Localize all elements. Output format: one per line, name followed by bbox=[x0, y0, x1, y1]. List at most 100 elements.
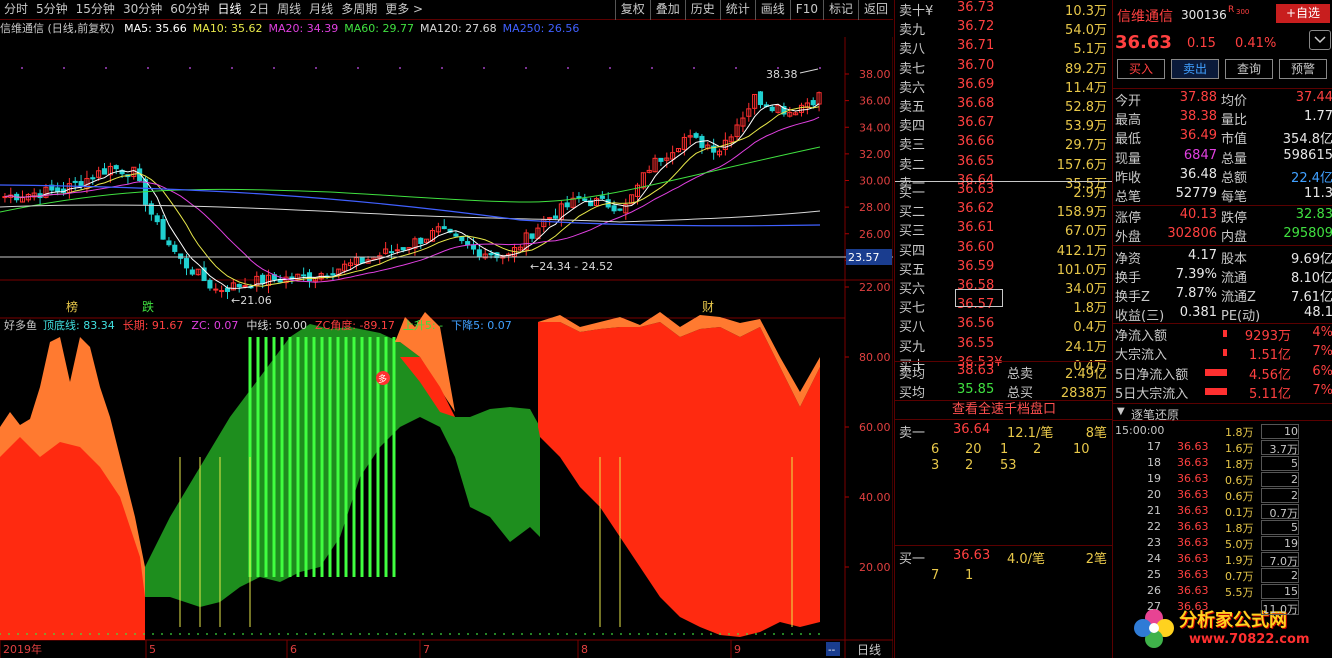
stat-label: 换手 bbox=[1115, 270, 1142, 286]
flow-value: 1.51亿 bbox=[1249, 348, 1291, 364]
bids-row[interactable]: 买八 36.56 0.4万 bbox=[895, 316, 1113, 335]
full-queue-link[interactable]: 查看全速千档盘口 bbox=[895, 400, 1113, 420]
asks-label: 卖五 bbox=[899, 100, 926, 115]
action-button-3[interactable]: 统计 bbox=[719, 0, 755, 20]
bids-row[interactable]: 买七 36.57 1.8万 bbox=[895, 297, 1113, 316]
asks-row[interactable]: 卖七 36.70 89.2万 bbox=[895, 58, 1113, 77]
indicator-legend-3: 中线: 50.00 bbox=[246, 319, 308, 332]
period-tab-8[interactable]: 月线 bbox=[305, 0, 337, 19]
stat-value: 4.17 bbox=[1188, 247, 1217, 263]
asks-row[interactable]: 卖三 36.66 29.7万 bbox=[895, 134, 1113, 153]
indicator-dot bbox=[359, 633, 361, 635]
period-tab-4[interactable]: 60分钟 bbox=[166, 0, 213, 19]
indicator-dot bbox=[251, 633, 253, 635]
asks-row[interactable]: 卖十¥ 36.73 10.3万 bbox=[895, 0, 1113, 19]
period-tab-9[interactable]: 多周期 bbox=[337, 0, 381, 19]
tick-row: 19 36.63 0.6万 2 bbox=[1113, 472, 1332, 488]
expand-icon[interactable] bbox=[1309, 30, 1331, 50]
stat-label: 外盘 bbox=[1115, 230, 1142, 246]
ma-legend-4: MA120: 27.68 bbox=[419, 22, 497, 35]
event-dot bbox=[357, 67, 359, 69]
period-tab-1[interactable]: 5分钟 bbox=[32, 0, 72, 19]
period-tab-3[interactable]: 30分钟 bbox=[119, 0, 166, 19]
asks-price: 36.73 bbox=[957, 0, 995, 15]
bids-row[interactable]: 买九 36.55 24.1万 bbox=[895, 336, 1113, 355]
bids-row[interactable]: 买六 36.58 34.0万 bbox=[895, 278, 1113, 297]
action-button-6[interactable]: 标记 bbox=[822, 0, 858, 20]
period-tab-2[interactable]: 15分钟 bbox=[72, 0, 119, 19]
indicator-dot bbox=[593, 633, 595, 635]
period-tab-5[interactable]: 日线 bbox=[214, 0, 246, 19]
event-marker[interactable]: 跌 bbox=[142, 299, 154, 314]
event-dot bbox=[105, 67, 107, 69]
add-watchlist-button[interactable]: +自选 bbox=[1276, 4, 1330, 23]
collapse-icon[interactable]: ▼ bbox=[1117, 406, 1125, 417]
event-marker[interactable]: 榜 bbox=[66, 299, 78, 314]
indicator-dot bbox=[440, 633, 442, 635]
tick-row: 18 36.63 1.8万 5 bbox=[1113, 456, 1332, 472]
bids-row[interactable]: 买五 36.59 101.0万 bbox=[895, 259, 1113, 278]
action-button-1[interactable]: 叠加 bbox=[649, 0, 685, 20]
action-button-5[interactable]: F10 bbox=[789, 0, 823, 20]
action-button-4[interactable]: 画线 bbox=[754, 0, 790, 20]
price-change: 0.15 bbox=[1187, 36, 1216, 51]
trade-button-2[interactable]: 查询 bbox=[1225, 59, 1273, 79]
main-chart[interactable]: 38.0036.0034.0032.0030.0028.0026.0024.00… bbox=[0, 37, 893, 658]
avg-divider bbox=[895, 361, 1113, 362]
period-label[interactable]: 日线 bbox=[857, 643, 881, 657]
action-button-2[interactable]: 历史 bbox=[684, 0, 720, 20]
trade-button-0[interactable]: 买入 bbox=[1117, 59, 1165, 79]
stat-row: 最高 38.38 量比 1.77 bbox=[1113, 109, 1332, 128]
stat-value: 36.49 bbox=[1179, 128, 1217, 144]
indicator-dot bbox=[746, 633, 748, 635]
asks-row[interactable]: 卖六 36.69 11.4万 bbox=[895, 77, 1113, 96]
asks-row[interactable]: 卖四 36.67 53.9万 bbox=[895, 115, 1113, 134]
indicator-dot bbox=[215, 633, 217, 635]
indicator-dot bbox=[575, 633, 577, 635]
trade-button-3[interactable]: 预警 bbox=[1279, 59, 1327, 79]
total-value: 2838万 bbox=[1060, 386, 1107, 401]
month-label: 6 bbox=[290, 643, 297, 656]
tick-agg: 11.0万 bbox=[1261, 600, 1299, 616]
tick-time: 21 bbox=[1147, 504, 1161, 517]
bids-volume: 412.1万 bbox=[1056, 243, 1107, 259]
period-tab-0[interactable]: 分时 bbox=[0, 0, 32, 19]
flow-pct: 7% bbox=[1312, 383, 1332, 399]
watermark-url: www.70822.com bbox=[1189, 632, 1310, 647]
bids-label: 买一 bbox=[899, 186, 926, 201]
total-label: 总卖 bbox=[1007, 367, 1034, 382]
bids-row[interactable]: 买一 36.63 2.9万 bbox=[895, 182, 1113, 201]
stat-row: 今开 37.88 均价 37.44 bbox=[1113, 90, 1332, 109]
event-marker[interactable]: 财 bbox=[702, 300, 714, 314]
flow-bar bbox=[1223, 330, 1227, 337]
bids-row[interactable]: 买四 36.60 412.1万 bbox=[895, 240, 1113, 259]
indicator-dot bbox=[125, 633, 127, 635]
stats-sep-2 bbox=[1113, 245, 1332, 246]
asks-row[interactable]: 卖八 36.71 5.1万 bbox=[895, 38, 1113, 57]
event-dot bbox=[567, 67, 569, 69]
flow-row: 5日净流入额 4.56亿 6% bbox=[1113, 364, 1332, 383]
indicator-dot bbox=[755, 633, 757, 635]
stats-divider bbox=[1113, 88, 1332, 89]
tick-price: 36.63 bbox=[1177, 504, 1209, 517]
indicator-dot bbox=[431, 633, 433, 635]
ticks-header: ▼ 逐笔还原 bbox=[1113, 403, 1332, 422]
bids-row[interactable]: 买二 36.62 158.9万 bbox=[895, 201, 1113, 220]
period-tab-10[interactable]: 更多 > bbox=[381, 0, 427, 19]
indicator-dot bbox=[557, 633, 559, 635]
tick-time: 18 bbox=[1147, 456, 1161, 469]
action-button-7[interactable]: 返回 bbox=[857, 0, 893, 20]
asks-row[interactable]: 卖五 36.68 52.8万 bbox=[895, 96, 1113, 115]
indicator-dot bbox=[503, 633, 505, 635]
period-tab-7[interactable]: 周线 bbox=[273, 0, 305, 19]
asks-row[interactable]: 卖二 36.65 157.6万 bbox=[895, 154, 1113, 173]
asks-row[interactable]: 卖九 36.72 54.0万 bbox=[895, 19, 1113, 38]
indicator-name[interactable]: 好多鱼 bbox=[4, 319, 37, 332]
action-button-0[interactable]: 复权 bbox=[614, 0, 650, 20]
indicator-dot bbox=[395, 633, 397, 635]
bids-row[interactable]: 买三 36.61 67.0万 bbox=[895, 220, 1113, 239]
trade-button-1[interactable]: 卖出 bbox=[1171, 59, 1219, 79]
period-tab-6[interactable]: 2日 bbox=[246, 0, 274, 19]
quote-panel: 信维通信 300136 R 300 +自选 36.63 0.15 0.41% ▼… bbox=[1112, 0, 1332, 658]
ma-legend-0: MA5: 35.66 bbox=[124, 22, 187, 35]
